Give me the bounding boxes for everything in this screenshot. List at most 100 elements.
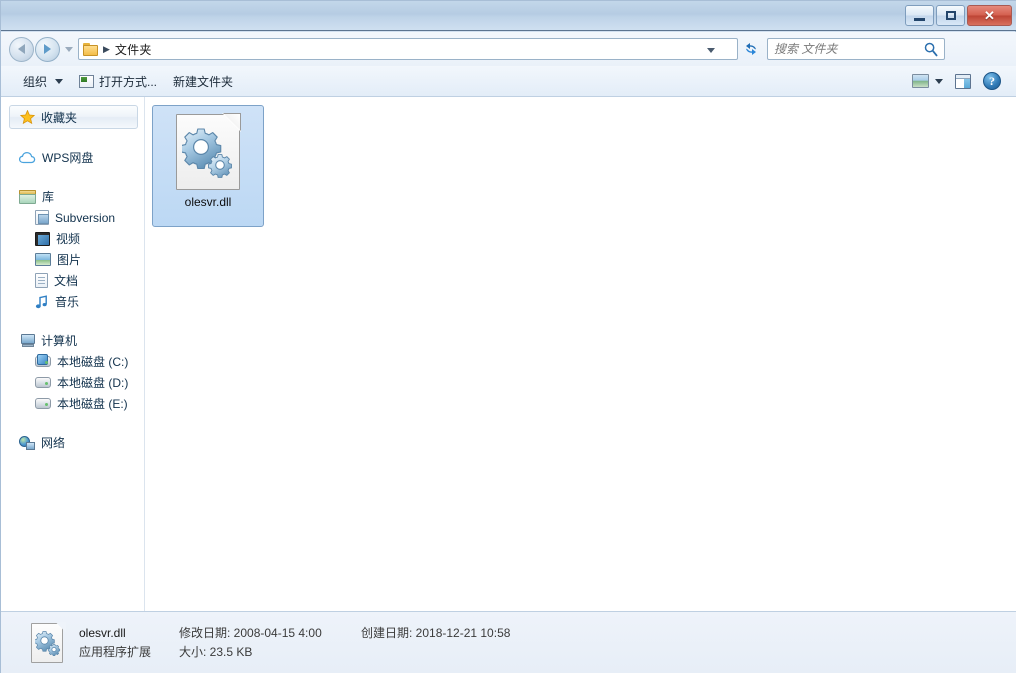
close-icon: ✕ <box>984 8 995 23</box>
sidebar-item-label: Subversion <box>55 210 116 225</box>
sidebar-item-library[interactable]: 库 <box>1 186 144 207</box>
open-with-label: 打开方式... <box>99 74 158 89</box>
help-button[interactable]: ? <box>979 70 1005 93</box>
organize-button[interactable]: 组织 <box>15 70 71 93</box>
status-bar: olesvr.dll 修改日期: 2008-04-15 4:00 创建日期: 2… <box>1 611 1016 673</box>
sidebar-item-network[interactable]: 网络 <box>1 432 144 453</box>
gears-glyph <box>182 128 232 178</box>
forward-button[interactable] <box>35 36 60 62</box>
navigation-buttons <box>9 36 78 62</box>
new-folder-button[interactable]: 新建文件夹 <box>165 70 241 93</box>
address-bar-row: ▶ 文件夹 <box>1 32 1016 66</box>
status-created-date: 创建日期: 2018-12-21 10:58 <box>361 626 511 640</box>
sidebar-item-wps[interactable]: WPS网盘 <box>1 147 144 168</box>
sidebar-item-computer[interactable]: 计算机 <box>1 330 144 351</box>
sidebar-item-label: 本地磁盘 (C:) <box>57 355 129 369</box>
sidebar-item-videos[interactable]: 视频 <box>1 228 144 249</box>
video-icon <box>35 231 50 246</box>
breadcrumb-path[interactable]: 文件夹 <box>115 41 152 58</box>
sidebar-item-label: 网络 <box>41 436 66 450</box>
address-dropdown-icon[interactable] <box>707 48 715 53</box>
organize-label: 组织 <box>23 74 48 89</box>
forward-arrow-icon <box>44 44 51 54</box>
network-icon <box>19 435 35 450</box>
navigation-pane[interactable]: 收藏夹 WPS网盘 库 Subversion 视频 图片 文档 音乐 计算机 本… <box>1 97 145 611</box>
sidebar-item-label: 库 <box>42 190 55 204</box>
status-spacer <box>361 644 510 660</box>
sidebar-item-drive-d[interactable]: 本地磁盘 (D:) <box>1 372 144 393</box>
drive-icon <box>35 377 51 388</box>
chevron-down-icon <box>55 78 64 84</box>
address-bar[interactable]: ▶ 文件夹 <box>78 38 738 60</box>
recent-locations-dropdown-icon[interactable] <box>65 46 73 52</box>
toolbar: 组织 打开方式... 新建文件夹 ? <box>1 66 1016 97</box>
body-area: 收藏夹 WPS网盘 库 Subversion 视频 图片 文档 音乐 计算机 本… <box>1 97 1016 611</box>
refresh-button[interactable] <box>740 38 762 60</box>
gears-glyph <box>35 630 61 656</box>
sidebar-item-label: 音乐 <box>55 295 80 309</box>
folder-icon <box>83 42 98 56</box>
preview-pane-icon <box>955 73 971 89</box>
sidebar-item-drive-c[interactable]: 本地磁盘 (C:) <box>1 351 144 372</box>
computer-icon <box>19 333 35 348</box>
sidebar-item-favorites[interactable]: 收藏夹 <box>9 105 138 129</box>
title-bar: ✕ <box>1 1 1016 31</box>
search-icon <box>924 42 938 57</box>
minimize-icon <box>914 17 925 21</box>
dll-file-icon <box>176 113 241 190</box>
list-item[interactable]: olesvr.dll <box>152 105 264 227</box>
sidebar-item-drive-e[interactable]: 本地磁盘 (E:) <box>1 393 144 414</box>
search-input[interactable] <box>774 42 924 56</box>
breadcrumb-separator-icon: ▶ <box>103 43 110 54</box>
view-options-button[interactable] <box>908 70 947 93</box>
minimize-button[interactable] <box>905 5 934 26</box>
sidebar-item-label: 图片 <box>57 253 82 267</box>
search-box[interactable] <box>767 38 945 60</box>
close-button[interactable]: ✕ <box>967 5 1012 26</box>
sidebar-item-label: 计算机 <box>41 334 78 348</box>
explorer-window: ✕ ▶ 文件夹 搜索 文件夹 组织 打开方式... 新建文件夹 ? 收藏夹 WP… <box>0 0 1016 673</box>
sidebar-item-label: 本地磁盘 (D:) <box>57 376 129 390</box>
music-icon <box>35 294 49 309</box>
maximize-button[interactable] <box>936 5 965 26</box>
toolbar-right-group: ? <box>908 70 1016 93</box>
sidebar-item-pictures[interactable]: 图片 <box>1 249 144 270</box>
sidebar-item-label: 文档 <box>54 274 79 288</box>
cloud-icon <box>18 151 36 164</box>
file-name-label: olesvr.dll <box>184 195 232 209</box>
system-drive-icon <box>35 354 51 367</box>
chevron-down-icon <box>935 78 943 84</box>
sidebar-item-music[interactable]: 音乐 <box>1 291 144 312</box>
sidebar-item-subversion[interactable]: Subversion <box>1 207 144 228</box>
drive-icon <box>35 398 51 409</box>
maximize-icon <box>945 11 956 20</box>
view-options-icon <box>912 74 929 88</box>
window-controls: ✕ <box>905 5 1012 26</box>
refresh-icon <box>746 43 756 55</box>
sidebar-item-label: 本地磁盘 (E:) <box>57 397 128 411</box>
sidebar-item-documents[interactable]: 文档 <box>1 270 144 291</box>
status-details: olesvr.dll 修改日期: 2008-04-15 4:00 创建日期: 2… <box>79 625 510 660</box>
picture-icon <box>35 253 51 266</box>
sidebar-item-label: 收藏夹 <box>41 110 78 125</box>
status-file-name: olesvr.dll <box>79 626 126 640</box>
open-with-icon <box>79 74 95 88</box>
subversion-icon <box>35 210 49 225</box>
new-folder-label: 新建文件夹 <box>173 74 234 89</box>
help-icon: ? <box>983 72 1001 90</box>
preview-pane-button[interactable] <box>951 70 975 93</box>
dll-file-icon <box>31 621 66 663</box>
back-button[interactable] <box>9 36 34 62</box>
back-arrow-icon <box>18 44 25 54</box>
open-with-button[interactable]: 打开方式... <box>71 70 165 93</box>
status-file-size: 大小: 23.5 KB <box>179 645 253 659</box>
status-file-type: 应用程序扩展 <box>79 645 152 659</box>
file-list-view[interactable]: olesvr.dll <box>145 97 1016 611</box>
library-icon <box>19 189 36 204</box>
status-modified-date: 修改日期: 2008-04-15 4:00 <box>179 626 322 640</box>
document-icon <box>35 273 48 288</box>
